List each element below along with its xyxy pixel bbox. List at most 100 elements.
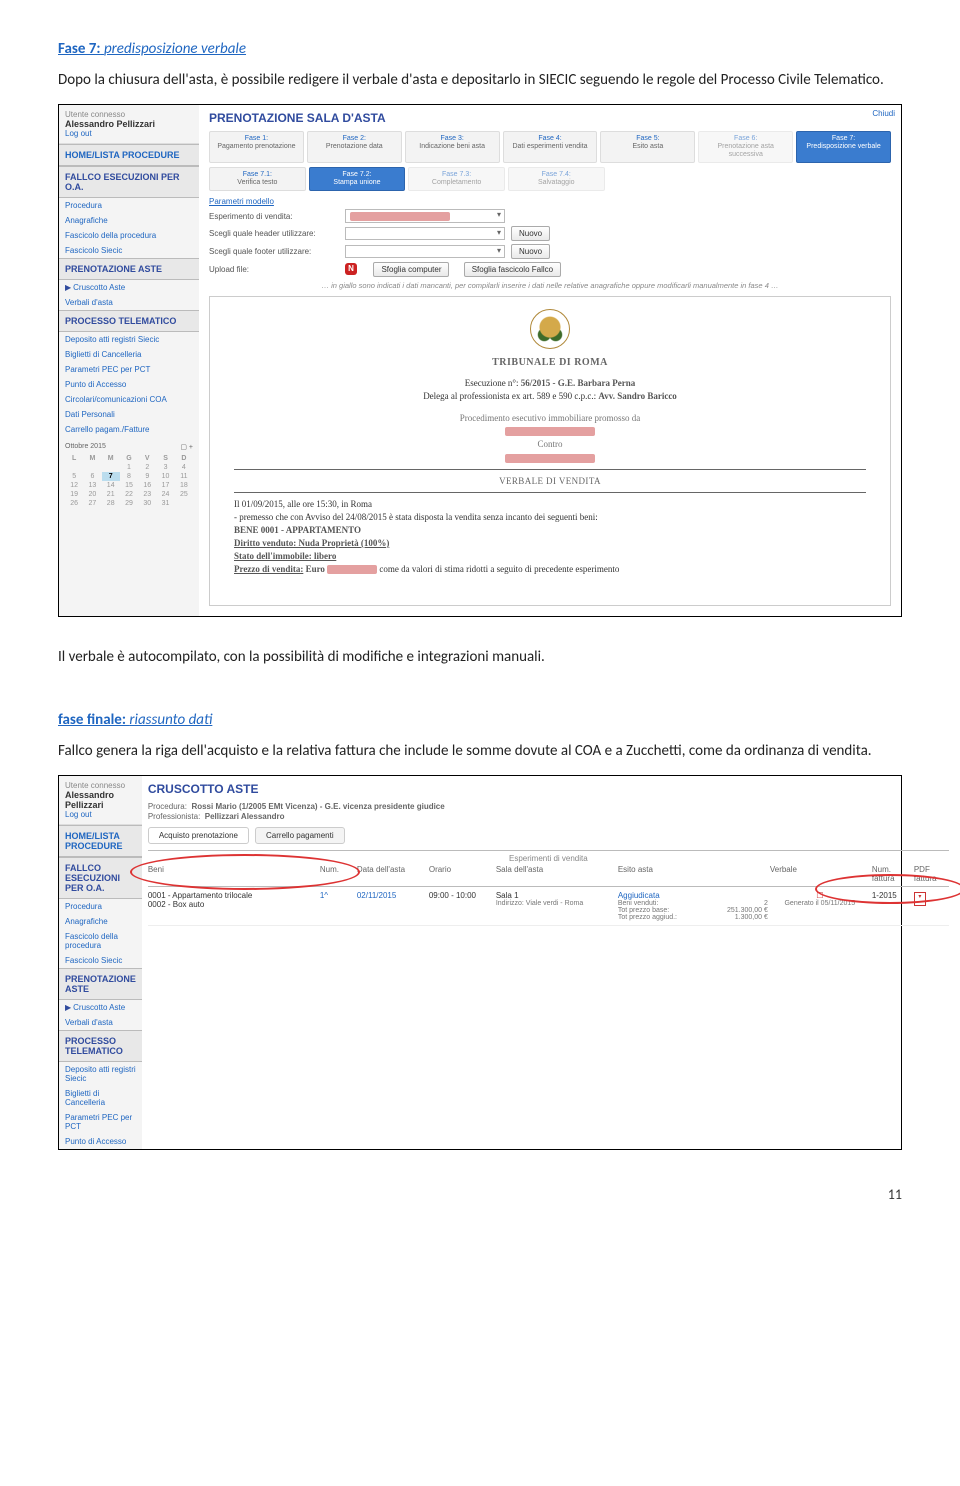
- substep-7-1[interactable]: Fase 7.1:Verifica testo: [209, 167, 306, 191]
- doc-esecuzione: Esecuzione n°: 56/2015 - G.E. Barbara Pe…: [234, 378, 866, 388]
- step-7-num: Fase 7:: [832, 135, 855, 142]
- doc-bene: BENE 0001 - APPARTAMENTO: [234, 525, 361, 535]
- triangle-icon: ▶: [65, 283, 71, 292]
- professionista-value: Pellizzari Alessandro: [205, 812, 285, 821]
- nav-deposito-2[interactable]: Deposito atti registri Siecic: [59, 1062, 142, 1086]
- doc-time: Il 01/09/2015, alle ore 15:30, in Roma: [234, 499, 866, 509]
- doc-prezzo-pref: Prezzo di vendita:: [234, 564, 303, 574]
- cell-orario: 09:00 - 10:00: [429, 891, 494, 900]
- nav-anagrafiche[interactable]: Anagrafiche: [59, 213, 199, 228]
- footer-select[interactable]: [345, 245, 505, 258]
- tab-acquisto[interactable]: Acquisto prenotazione: [148, 827, 249, 844]
- nav-anagrafiche-2[interactable]: Anagrafiche: [59, 914, 142, 929]
- doc-stato: Stato dell'immobile: libero: [234, 551, 336, 561]
- emblem-icon: [530, 309, 570, 349]
- nav-biglietti-2[interactable]: Biglietti di Cancelleria: [59, 1086, 142, 1110]
- cell-sala: Sala 1 Indirizzo: Viale verdi - Roma: [496, 891, 616, 907]
- step-5[interactable]: Fase 5:Esito asta: [600, 131, 695, 163]
- substep-7-4-title: Salvataggio: [538, 179, 575, 186]
- calendar-controls-icon[interactable]: ▢ +: [180, 443, 193, 451]
- page-title: PRENOTAZIONE SALA D'ASTA: [209, 109, 891, 131]
- sidebar-2: Utente connesso Alessandro Pellizzari Lo…: [59, 776, 142, 1149]
- step-6: Fase 6:Prenotazione asta successiva: [698, 131, 793, 163]
- sfoglia-fallco-button[interactable]: Sfoglia fascicolo Fallco: [464, 262, 561, 277]
- cell-beni: 0001 - Appartamento trilocale 0002 - Box…: [148, 891, 318, 909]
- substep-7-2[interactable]: Fase 7.2:Stampa unione: [309, 167, 406, 191]
- nav-punto-accesso-2[interactable]: Punto di Accesso: [59, 1134, 142, 1149]
- mid-paragraph: Il verbale è autocompilato, con la possi…: [58, 647, 902, 667]
- logout-link-2[interactable]: Log out: [65, 810, 136, 819]
- esito-lbl-1: Beni venduti:: [618, 900, 658, 907]
- step-3[interactable]: Fase 3:Indicazione beni asta: [405, 131, 500, 163]
- esperimento-label: Esperimento di vendita:: [209, 212, 339, 221]
- footer-nuovo-button[interactable]: Nuovo: [511, 244, 550, 259]
- parametri-modello-link[interactable]: Parametri modello: [209, 197, 274, 206]
- col-orario: Orario: [429, 865, 494, 874]
- tab-carrello[interactable]: Carrello pagamenti: [255, 827, 345, 844]
- close-link[interactable]: Chiudi: [872, 109, 895, 118]
- nav-verbali[interactable]: Verbali d'asta: [59, 295, 199, 310]
- doc-esec-val: 56/2015 - G.E. Barbara Perna: [521, 378, 636, 388]
- col-esito: Esito asta: [618, 865, 768, 874]
- cell-num[interactable]: 1^: [320, 891, 355, 900]
- nav-deposito[interactable]: Deposito atti registri Siecic: [59, 332, 199, 347]
- nav-circolari[interactable]: Circolari/comunicazioni COA: [59, 392, 199, 407]
- doc-prezzo-euro: Euro: [306, 564, 325, 574]
- cell-esito-status[interactable]: Aggiudicata: [618, 891, 768, 900]
- nav-pt-header-2: PROCESSO TELEMATICO: [59, 1030, 142, 1062]
- nav-fascicolo-siecic[interactable]: Fascicolo Siecic: [59, 243, 199, 258]
- header-nuovo-button[interactable]: Nuovo: [511, 226, 550, 241]
- nav-carrello[interactable]: Carrello pagam./Fatture: [59, 422, 199, 437]
- nav-cruscotto-label: Cruscotto Aste: [73, 283, 125, 292]
- step-6-num: Fase 6:: [734, 135, 757, 142]
- sfoglia-computer-button[interactable]: Sfoglia computer: [373, 262, 449, 277]
- header-select[interactable]: [345, 227, 505, 240]
- nav-home[interactable]: HOME/LISTA PROCEDURE: [59, 144, 199, 166]
- screenshot-cruscotto: Utente connesso Alessandro Pellizzari Lo…: [58, 775, 902, 1150]
- nav-punto-accesso[interactable]: Punto di Accesso: [59, 377, 199, 392]
- esito-val-3: 1.300,00 €: [735, 914, 768, 921]
- substep-7-3: Fase 7.3:Completamento: [408, 167, 505, 191]
- final-heading: fase finale: riassunto dati: [58, 711, 902, 729]
- substep-7-4-num: Fase 7.4:: [542, 171, 571, 178]
- professionista-label: Professionista:: [148, 812, 200, 821]
- doc-tribunale: TRIBUNALE DI ROMA: [234, 357, 866, 368]
- substep-7-4: Fase 7.4:Salvataggio: [508, 167, 605, 191]
- cell-data[interactable]: 02/11/2015: [357, 891, 427, 900]
- upload-badge-icon: N: [345, 263, 357, 275]
- nav-dati-personali[interactable]: Dati Personali: [59, 407, 199, 422]
- nav-cruscotto-aste-2[interactable]: ▶Cruscotto Aste: [59, 1000, 142, 1015]
- nav-fascicolo-procedura-2[interactable]: Fascicolo della procedura: [59, 929, 142, 953]
- nav-prenotazione-header-2: PRENOTAZIONE ASTE: [59, 968, 142, 1000]
- nav-procedura-2[interactable]: Procedura: [59, 899, 142, 914]
- procedura-value: Rossi Mario (1/2005 EMt Vicenza) - G.E. …: [191, 802, 444, 811]
- redacted-promosso: [505, 427, 595, 436]
- calendar-grid[interactable]: LMMGVSD 1234 567891011 12131415161718 19…: [65, 454, 193, 508]
- substep-7-1-num: Fase 7.1:: [243, 171, 272, 178]
- nav-verbali-2[interactable]: Verbali d'asta: [59, 1015, 142, 1030]
- step-4[interactable]: Fase 4:Dati esperimenti vendita: [503, 131, 598, 163]
- wizard-substeps: Fase 7.1:Verifica testo Fase 7.2:Stampa …: [209, 167, 605, 191]
- doc-esec-pref: Esecuzione n°:: [465, 378, 519, 388]
- nav-cruscotto-aste[interactable]: ▶Cruscotto Aste: [59, 280, 199, 295]
- screenshot-prenotazione: Utente connesso Alessandro Pellizzari Lo…: [58, 104, 902, 617]
- nav-home-2[interactable]: HOME/LISTA PROCEDURE: [59, 825, 142, 857]
- esperimento-select[interactable]: [345, 209, 505, 222]
- nav-parametri-pec-2[interactable]: Parametri PEC per PCT: [59, 1110, 142, 1134]
- step-1[interactable]: Fase 1:Pagamento prenotazione: [209, 131, 304, 163]
- nav-fascicolo-siecic-2[interactable]: Fascicolo Siecic: [59, 953, 142, 968]
- step-7[interactable]: Fase 7:Predisposizione verbale: [796, 131, 891, 163]
- step-4-title: Dati esperimenti vendita: [512, 143, 587, 150]
- logout-link[interactable]: Log out: [65, 129, 193, 138]
- document-preview[interactable]: TRIBUNALE DI ROMA Esecuzione n°: 56/2015…: [209, 296, 891, 606]
- nav-biglietti[interactable]: Biglietti di Cancelleria: [59, 347, 199, 362]
- nav-procedura[interactable]: Procedura: [59, 198, 199, 213]
- step-2[interactable]: Fase 2:Prenotazione data: [307, 131, 402, 163]
- substep-7-3-num: Fase 7.3:: [442, 171, 471, 178]
- calendar-widget[interactable]: Ottobre 2015▢ + LMMGVSD 1234 567891011 1…: [59, 437, 199, 514]
- doc-delega: Delega al professionista ex art. 589 e 5…: [234, 391, 866, 401]
- user-connected-label-2: Utente connesso: [65, 781, 136, 790]
- nav-parametri-pec[interactable]: Parametri PEC per PCT: [59, 362, 199, 377]
- final-title: riassunto dati: [129, 711, 212, 729]
- nav-fascicolo-procedura[interactable]: Fascicolo della procedura: [59, 228, 199, 243]
